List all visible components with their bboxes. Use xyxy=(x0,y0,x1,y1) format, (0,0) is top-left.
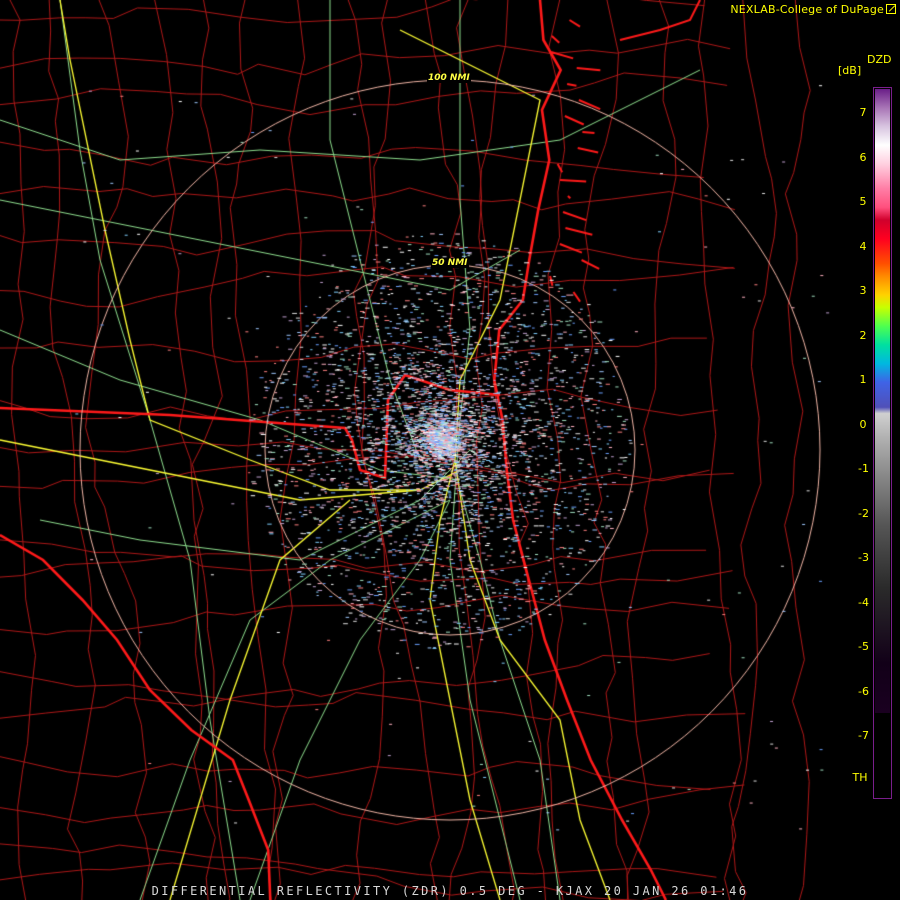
colorbar-label: 3 xyxy=(859,284,867,297)
colorbar-label: -7 xyxy=(858,729,869,742)
colorbar-label: 1 xyxy=(859,373,867,386)
colorbar-label: 6 xyxy=(859,150,867,164)
ring-label-50-nmi: 50 NMI xyxy=(431,258,469,268)
colorbar-label: -6 xyxy=(858,684,869,698)
colorbar-label: 0 xyxy=(859,417,867,431)
product-footer: DIFFERENTIAL REFLECTIVITY (ZDR) 0.5 DEG … xyxy=(151,884,749,898)
colorbar-label: 7 xyxy=(859,106,867,119)
colorbar-label: -5 xyxy=(858,640,869,653)
colorbar-label: -3 xyxy=(858,551,869,564)
colorbar-label: TH xyxy=(852,771,868,784)
ring-label-100-nmi: 100 NMI xyxy=(427,73,471,83)
colorbar-label: 5 xyxy=(859,195,867,208)
external-link-icon[interactable] xyxy=(886,4,896,14)
colorbar-label: -4 xyxy=(858,595,869,609)
colorbar-label: -1 xyxy=(858,462,869,475)
credit-label[interactable]: NEXLAB-College of DuPage xyxy=(730,3,896,16)
colorbar-label: -2 xyxy=(858,506,869,520)
colorbar-gradient xyxy=(875,89,890,713)
colorbar xyxy=(873,87,892,799)
legend-unit: [dB] xyxy=(838,64,862,77)
colorbar-label: 2 xyxy=(859,328,867,342)
legend-title: DZD xyxy=(867,53,892,66)
radar-map xyxy=(0,0,900,900)
credit-text: NEXLAB-College of DuPage xyxy=(730,3,884,16)
colorbar-label: 4 xyxy=(859,239,867,253)
